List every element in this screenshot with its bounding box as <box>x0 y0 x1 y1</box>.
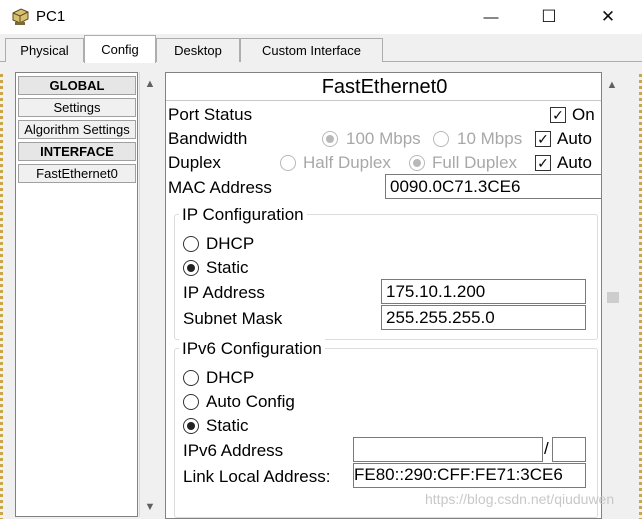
scroll-up-icon[interactable]: ▲ <box>140 74 160 94</box>
bandwidth-10-radio[interactable] <box>433 131 449 147</box>
panel-title: FastEthernet0 <box>321 76 448 98</box>
duplex-auto-checkbox[interactable]: ✓ <box>535 155 551 171</box>
bandwidth-label: Bandwidth <box>168 129 248 148</box>
link-local-address-field[interactable]: FE80::290:CFF:FE71:3CE6 <box>353 463 586 488</box>
tab-desktop[interactable]: Desktop <box>156 38 240 62</box>
close-button[interactable]: ✕ <box>585 0 631 34</box>
port-status-on-label: On <box>572 105 595 124</box>
bandwidth-10-label: 10 Mbps <box>457 129 523 148</box>
ipv6-auto-config-radio[interactable] <box>183 394 199 410</box>
maximize-button[interactable]: ☐ <box>526 0 572 34</box>
port-status-checkbox[interactable]: ✓ <box>550 107 566 123</box>
duplex-label: Duplex <box>168 153 221 172</box>
ip-address-field[interactable] <box>381 279 586 304</box>
ip-configuration-title: IP Configuration <box>179 205 307 225</box>
sidebar-item-settings[interactable]: Settings <box>18 98 136 117</box>
bandwidth-100-radio[interactable] <box>322 131 338 147</box>
tab-strip: Physical Config Desktop Custom Interface <box>0 34 642 63</box>
ip-address-label: IP Address <box>183 283 265 302</box>
maximize-icon: ☐ <box>541 7 557 26</box>
duplex-auto-label: Auto <box>557 153 592 172</box>
minimize-icon: — <box>483 8 499 26</box>
link-local-address-value: FE80::290:CFF:FE71:3CE6 <box>354 465 563 484</box>
bandwidth-auto-checkbox[interactable]: ✓ <box>535 131 551 147</box>
ipv6-dhcp-label: DHCP <box>206 368 255 387</box>
close-icon: ✕ <box>600 7 616 26</box>
config-sidebar: GLOBAL Settings Algorithm Settings INTER… <box>15 72 138 517</box>
bandwidth-100-label: 100 Mbps <box>346 129 421 148</box>
config-content: GLOBAL Settings Algorithm Settings INTER… <box>0 62 642 519</box>
window-title: PC1 <box>36 8 66 25</box>
mac-address-field[interactable] <box>385 174 601 199</box>
sidebar-scrollbar[interactable]: ▲ ▼ <box>139 72 159 517</box>
sidebar-header-global: GLOBAL <box>18 76 136 95</box>
pc-app-icon <box>12 8 29 25</box>
tab-physical[interactable]: Physical <box>5 38 84 62</box>
tab-custom-interface[interactable]: Custom Interface <box>240 38 383 62</box>
bandwidth-auto-label: Auto <box>557 129 592 148</box>
ipv6-static-radio[interactable] <box>183 418 199 434</box>
duplex-full-label: Full Duplex <box>432 153 518 172</box>
ipv6-static-label: Static <box>206 416 249 435</box>
link-local-address-label: Link Local Address: <box>183 467 331 486</box>
sidebar-header-interface: INTERFACE <box>18 142 136 161</box>
panel-scroll-thumb[interactable] <box>607 292 619 303</box>
duplex-half-label: Half Duplex <box>303 153 391 172</box>
ipv6-address-field[interactable] <box>353 437 543 462</box>
interface-panel: FastEthernet0 Port Status ✓ On Bandwidth… <box>165 72 602 519</box>
ipv6-prefix-field[interactable] <box>552 437 586 462</box>
ip-dhcp-label: DHCP <box>206 234 255 253</box>
ipv6-dhcp-radio[interactable] <box>183 370 199 386</box>
mac-address-label: MAC Address <box>168 178 272 197</box>
subnet-mask-label: Subnet Mask <box>183 309 283 328</box>
duplex-full-radio[interactable] <box>409 155 425 171</box>
duplex-half-radio[interactable] <box>280 155 296 171</box>
panel-scrollbar[interactable]: ▲ <box>602 72 624 519</box>
sidebar-item-fastethernet0[interactable]: FastEthernet0 <box>18 164 136 183</box>
minimize-button[interactable]: — <box>468 0 514 34</box>
subnet-mask-field[interactable] <box>381 305 586 330</box>
port-status-label: Port Status <box>168 105 253 124</box>
watermark-text: https://blog.csdn.net/qiuduwen <box>425 491 615 507</box>
ipv6-configuration-title: IPv6 Configuration <box>179 339 325 359</box>
ipv6-address-label: IPv6 Address <box>183 441 284 460</box>
sidebar-item-algorithm-settings[interactable]: Algorithm Settings <box>18 120 136 139</box>
scroll-down-icon[interactable]: ▼ <box>140 497 160 517</box>
ip-static-label: Static <box>206 258 249 277</box>
tab-config[interactable]: Config <box>84 35 156 63</box>
panel-scroll-up-icon[interactable]: ▲ <box>602 75 622 95</box>
title-bar: PC1 — ☐ ✕ <box>0 0 642 34</box>
ip-static-radio[interactable] <box>183 260 199 276</box>
ipv6-auto-config-label: Auto Config <box>206 392 295 411</box>
ipv6-prefix-separator: / <box>544 439 549 458</box>
ip-dhcp-radio[interactable] <box>183 236 199 252</box>
left-edge-decoration <box>0 74 3 519</box>
